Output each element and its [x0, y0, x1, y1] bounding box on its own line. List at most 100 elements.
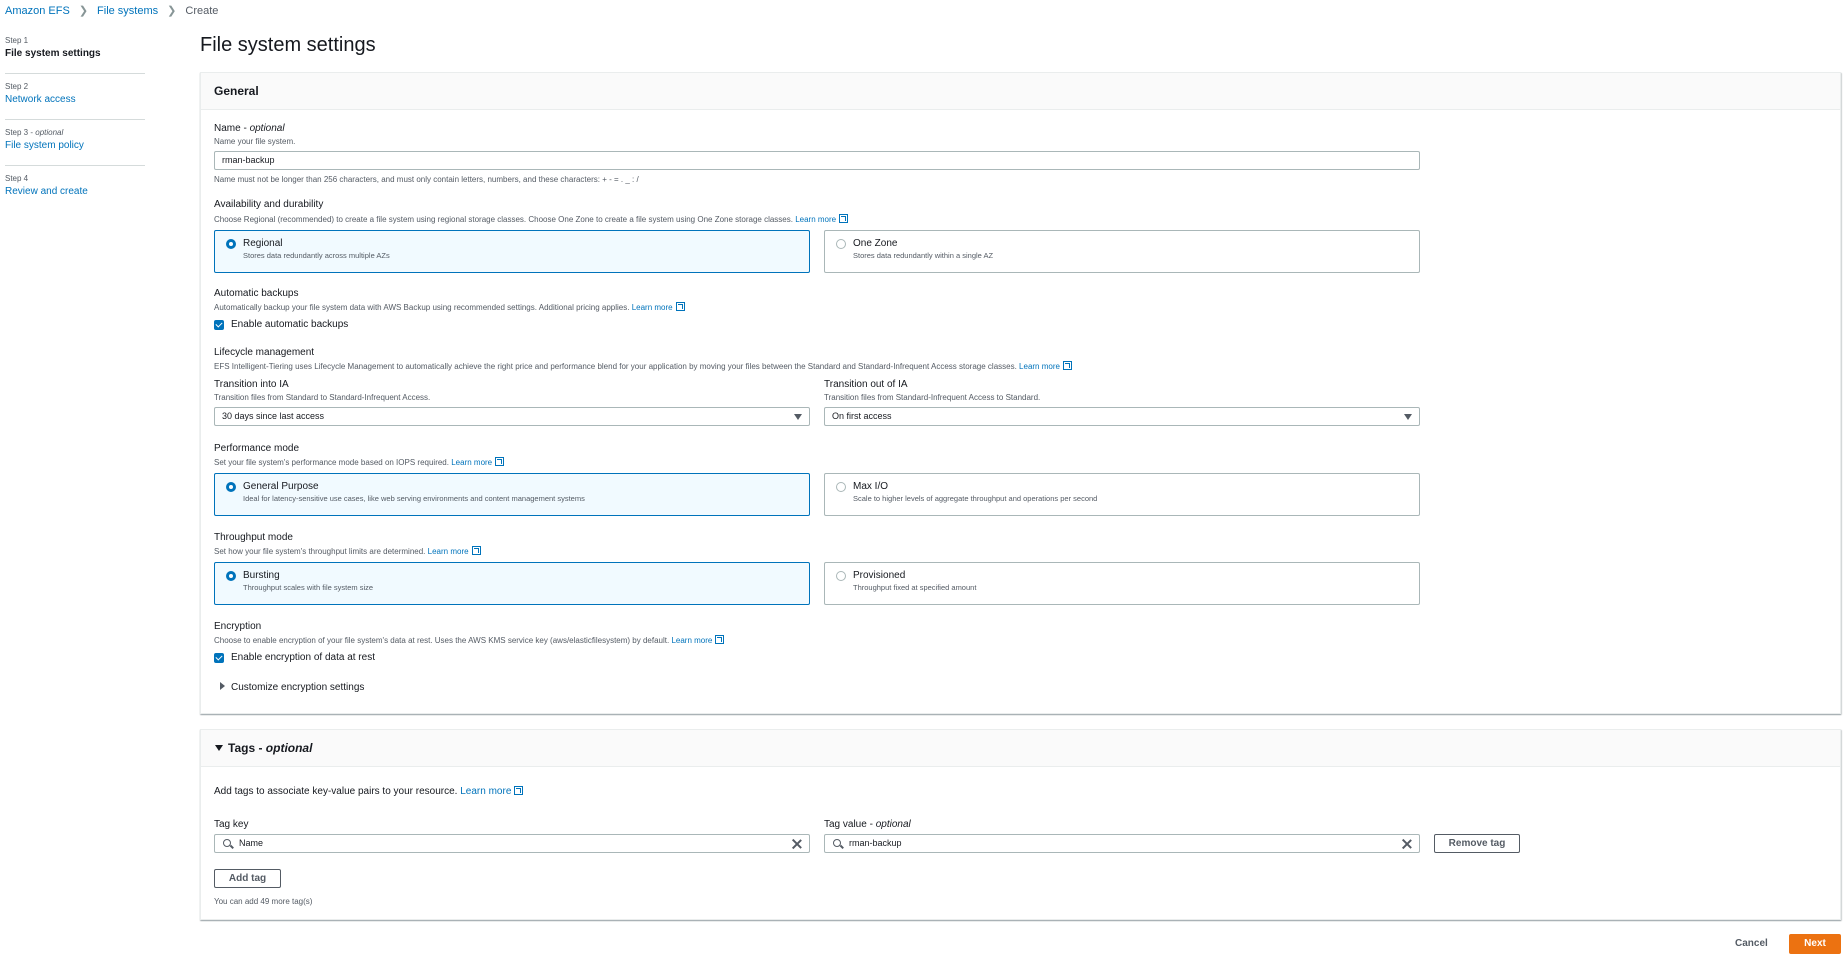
option-title: Max I/O [853, 481, 889, 492]
breadcrumb-link-efs[interactable]: Amazon EFS [5, 5, 70, 17]
chevron-right-icon: ❯ [167, 5, 177, 17]
next-button[interactable]: Next [1789, 934, 1841, 954]
external-link-icon [1062, 361, 1072, 370]
external-link-icon [839, 214, 849, 223]
name-label: Name - optional [214, 123, 285, 134]
page-title: File system settings [200, 34, 376, 56]
transition-out-of-ia-description: Transition files from Standard-Infrequen… [824, 393, 1041, 402]
caret-right-icon [220, 682, 225, 690]
learn-more-link[interactable]: Learn more [671, 636, 712, 645]
step-title: File system settings [5, 48, 101, 59]
transition-out-of-ia-label: Transition out of IA [824, 379, 908, 390]
option-description: Ideal for latency-sensitive use cases, l… [243, 494, 585, 503]
wizard-step-4: Step 4 Review and create [5, 174, 145, 211]
option-description: Throughput fixed at specified amount [853, 583, 977, 592]
transition-out-of-ia-select[interactable]: On first access [824, 407, 1420, 426]
name-input[interactable]: rman-backup [214, 151, 1420, 170]
performance-option-max-io[interactable]: Max I/O Scale to higher levels of aggreg… [824, 473, 1420, 516]
performance-description: Set your file system's performance mode … [214, 457, 505, 467]
breadcrumb-current: Create [185, 4, 219, 17]
availability-label: Availability and durability [214, 199, 324, 210]
option-title: Bursting [243, 570, 280, 581]
option-description: Scale to higher levels of aggregate thro… [853, 494, 1098, 503]
select-value: 30 days since last access [222, 411, 325, 421]
learn-more-link[interactable]: Learn more [451, 458, 492, 467]
backups-label: Automatic backups [214, 288, 299, 299]
radio-unselected-icon[interactable] [836, 482, 846, 492]
name-constraint: Name must not be longer than 256 charact… [214, 175, 639, 184]
backups-description: Automatically backup your file system da… [214, 302, 685, 312]
caret-down-icon [794, 414, 802, 420]
availability-option-regional[interactable]: Regional Stores data redundantly across … [214, 230, 810, 273]
step-link-review-and-create[interactable]: Review and create [5, 186, 145, 197]
close-icon[interactable] [1401, 838, 1413, 850]
tags-panel-header[interactable]: Tags - optional [201, 730, 1840, 767]
lifecycle-label: Lifecycle management [214, 347, 315, 358]
radio-selected-icon[interactable] [226, 482, 236, 492]
step-number: Step 3 - optional [5, 128, 64, 137]
external-link-icon [715, 635, 725, 644]
input-value: Name [239, 838, 264, 848]
backups-checkbox-label[interactable]: Enable automatic backups [231, 319, 348, 330]
option-title: Regional [243, 238, 283, 249]
option-title: General Purpose [243, 481, 319, 492]
external-link-icon [675, 302, 685, 311]
search-icon [223, 839, 231, 847]
throughput-description: Set how your file system's throughput li… [214, 546, 481, 556]
caret-down-icon [1404, 414, 1412, 420]
option-title: One Zone [853, 238, 898, 249]
transition-into-ia-label: Transition into IA [214, 379, 289, 390]
availability-description: Choose Regional (recommended) to create … [214, 214, 849, 224]
wizard-step-3: Step 3 - optional File system policy [5, 128, 145, 166]
tag-key-label: Tag key [214, 819, 249, 830]
radio-selected-icon[interactable] [226, 239, 236, 249]
radio-unselected-icon[interactable] [836, 571, 846, 581]
throughput-option-bursting[interactable]: Bursting Throughput scales with file sys… [214, 562, 810, 605]
encryption-description: Choose to enable encryption of your file… [214, 635, 725, 645]
encryption-checkbox[interactable] [214, 653, 224, 663]
step-link-network-access[interactable]: Network access [5, 94, 145, 105]
transition-into-ia-select[interactable]: 30 days since last access [214, 407, 810, 426]
step-number: Step 2 [5, 82, 29, 91]
tag-key-input[interactable]: Name [214, 834, 810, 853]
select-value: On first access [832, 411, 892, 421]
caret-down-icon [215, 745, 223, 751]
availability-option-one-zone[interactable]: One Zone Stores data redundantly within … [824, 230, 1420, 273]
external-link-icon [495, 457, 505, 466]
step-link-file-system-policy[interactable]: File system policy [5, 140, 145, 151]
general-panel: General Name - optional Name your file s… [200, 72, 1841, 714]
breadcrumb-link-file-systems[interactable]: File systems [97, 5, 158, 17]
wizard-step-2: Step 2 Network access [5, 82, 145, 120]
add-tag-button[interactable]: Add tag [214, 869, 281, 888]
cancel-button[interactable]: Cancel [1735, 938, 1768, 949]
search-icon [833, 839, 841, 847]
wizard-step-1: Step 1 File system settings [5, 36, 145, 74]
learn-more-link[interactable]: Learn more [1019, 362, 1060, 371]
tag-value-input[interactable]: rman-backup [824, 834, 1420, 853]
step-number: Step 4 [5, 174, 29, 183]
tag-value-label: Tag value - optional [824, 819, 911, 830]
radio-unselected-icon[interactable] [836, 239, 846, 249]
external-link-icon [514, 786, 524, 795]
encryption-checkbox-label[interactable]: Enable encryption of data at rest [231, 652, 375, 663]
tags-panel: Tags - optional Add tags to associate ke… [200, 729, 1841, 920]
remove-tag-button[interactable]: Remove tag [1434, 834, 1520, 853]
encryption-label: Encryption [214, 621, 262, 632]
option-description: Stores data redundantly within a single … [853, 251, 994, 260]
lifecycle-description: EFS Intelligent-Tiering uses Lifecycle M… [214, 361, 1072, 371]
learn-more-link[interactable]: Learn more [428, 547, 469, 556]
performance-option-general-purpose[interactable]: General Purpose Ideal for latency-sensit… [214, 473, 810, 516]
learn-more-link[interactable]: Learn more [460, 786, 511, 797]
throughput-option-provisioned[interactable]: Provisioned Throughput fixed at specifie… [824, 562, 1420, 605]
customize-encryption-expander[interactable]: Customize encryption settings [220, 682, 364, 693]
panel-header: General [201, 73, 1840, 110]
radio-selected-icon[interactable] [226, 571, 236, 581]
learn-more-link[interactable]: Learn more [632, 303, 673, 312]
tags-remaining: You can add 49 more tag(s) [214, 897, 313, 906]
performance-label: Performance mode [214, 443, 300, 454]
backups-checkbox[interactable] [214, 320, 224, 330]
close-icon[interactable] [791, 838, 803, 850]
learn-more-link[interactable]: Learn more [795, 215, 836, 224]
step-number: Step 1 [5, 36, 29, 45]
input-value: rman-backup [849, 838, 902, 848]
